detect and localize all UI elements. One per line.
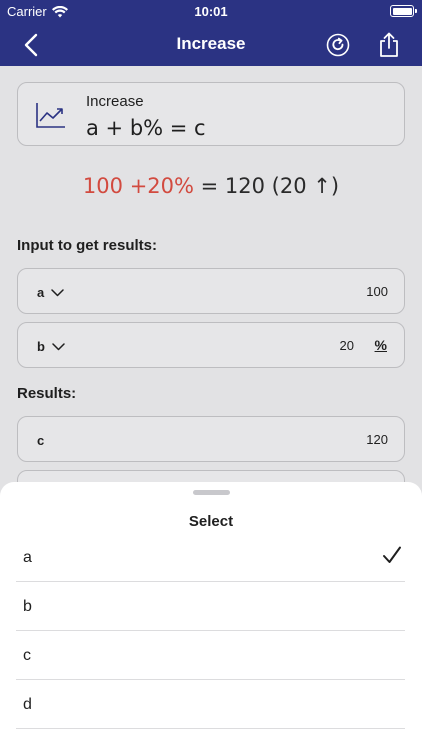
example-result: = 120 (20 ↑) bbox=[200, 174, 340, 198]
share-button[interactable] bbox=[374, 30, 404, 60]
field-value[interactable]: 20 bbox=[340, 338, 354, 353]
field-name: c bbox=[37, 433, 45, 448]
example-equation: 100 +20% = 120 (20 ↑) bbox=[0, 174, 422, 198]
input-field-a[interactable]: a 100 bbox=[17, 268, 405, 314]
sheet-grabber[interactable] bbox=[193, 490, 230, 495]
option-c[interactable]: c bbox=[16, 631, 405, 680]
example-a: 100 bbox=[82, 174, 123, 198]
option-label: c bbox=[23, 647, 31, 664]
page-title: Increase bbox=[176, 34, 246, 53]
nav-bar: Increase bbox=[0, 22, 422, 66]
formula-title: Increase bbox=[86, 93, 144, 110]
option-label: a bbox=[23, 549, 32, 566]
field-name: b bbox=[37, 339, 45, 354]
sheet-title: Select bbox=[188, 513, 234, 530]
results-section-label: Results: bbox=[17, 385, 77, 402]
option-a[interactable]: a bbox=[16, 533, 405, 582]
formula-expression: a + b% = c bbox=[86, 116, 206, 140]
option-d[interactable]: d bbox=[16, 680, 405, 729]
input-field-b[interactable]: b 20 % bbox=[17, 322, 405, 368]
result-field-c: c 120 bbox=[17, 416, 405, 462]
checkmark-icon bbox=[383, 546, 401, 563]
input-section-label: Input to get results: bbox=[17, 237, 157, 254]
result-value: 120 bbox=[366, 432, 388, 447]
field-selector-a[interactable]: a bbox=[37, 285, 64, 300]
formula-card[interactable]: Increase a + b% = c bbox=[17, 82, 405, 146]
refresh-icon bbox=[326, 33, 350, 57]
share-icon bbox=[380, 32, 398, 57]
status-bar: Carrier 10:01 bbox=[0, 0, 422, 22]
field-name: a bbox=[37, 285, 45, 300]
option-label: d bbox=[23, 696, 32, 713]
example-b: +20% bbox=[129, 174, 194, 198]
result-name: c bbox=[37, 433, 44, 448]
option-label: b bbox=[23, 598, 32, 615]
field-value[interactable]: 100 bbox=[366, 284, 388, 299]
chevron-down-icon bbox=[52, 342, 65, 350]
option-b[interactable]: b bbox=[16, 582, 405, 631]
trending-up-icon bbox=[36, 103, 65, 128]
select-sheet: Select a b c d bbox=[0, 482, 422, 750]
clock: 10:01 bbox=[194, 4, 228, 19]
refresh-button[interactable] bbox=[323, 30, 353, 60]
field-selector-b[interactable]: b bbox=[37, 339, 65, 354]
unit-toggle[interactable]: % bbox=[375, 337, 387, 353]
battery-icon bbox=[390, 5, 417, 17]
chevron-down-icon bbox=[51, 288, 64, 296]
